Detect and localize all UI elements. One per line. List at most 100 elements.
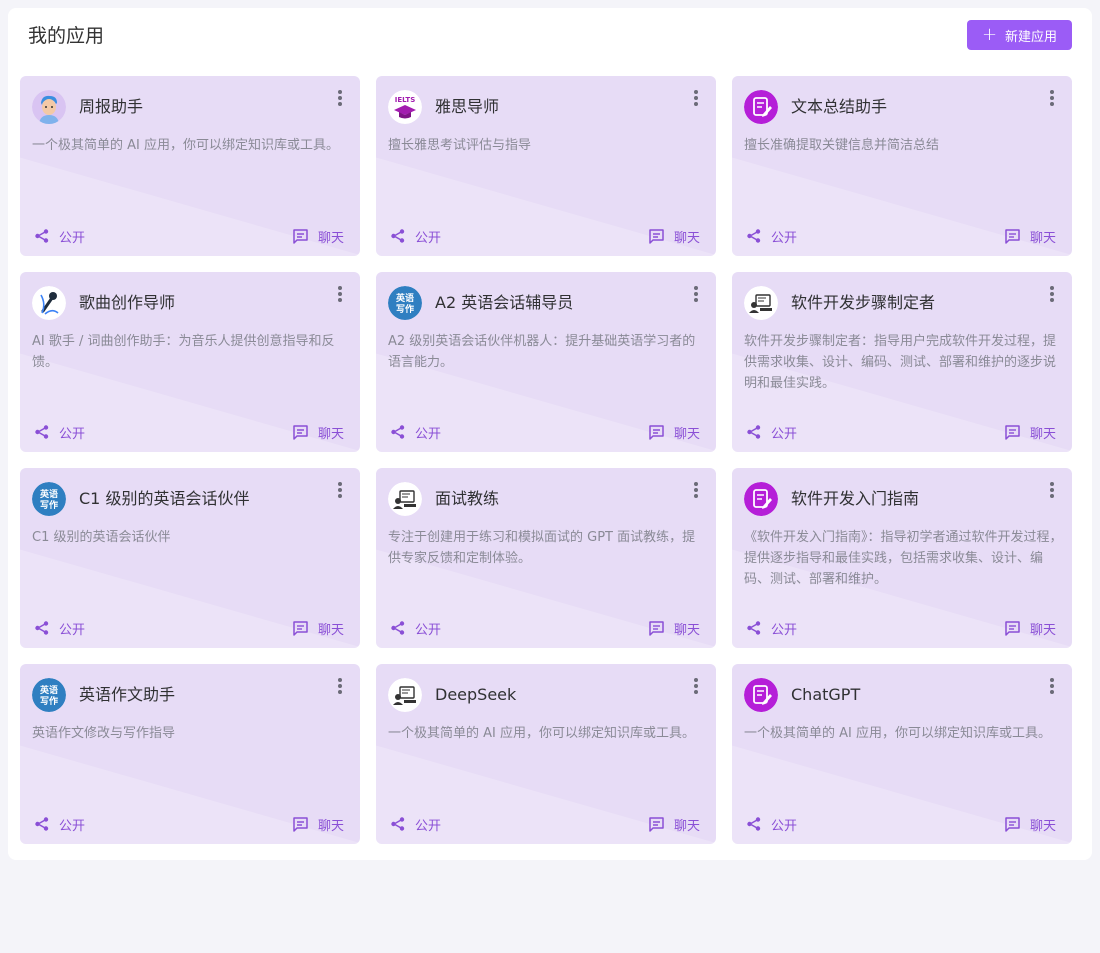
chat-button-label: 聊天	[1029, 622, 1056, 638]
public-button[interactable]: 公开	[746, 423, 797, 442]
app-card-title: 软件开发步骤制定者	[791, 293, 936, 312]
app-card-description: A2 级别英语会话伙伴机器人：提升基础英语学习者的语言能力。	[388, 334, 696, 370]
public-button[interactable]: 公开	[390, 227, 441, 246]
public-button-label: 公开	[415, 622, 442, 638]
public-button[interactable]: 公开	[390, 423, 441, 442]
app-card-title: 雅思导师	[435, 97, 500, 116]
more-options-icon[interactable]	[1046, 284, 1058, 304]
chat-button[interactable]: 聊天	[648, 423, 700, 442]
public-button-label: 公开	[415, 818, 442, 834]
public-button-label: 公开	[771, 622, 798, 638]
app-card-actions: 公开 聊天	[746, 422, 1056, 442]
share-icon	[34, 816, 50, 832]
more-options-icon[interactable]	[1046, 88, 1058, 108]
app-card-actions: 公开 聊天	[746, 226, 1056, 246]
public-button[interactable]: 公开	[746, 227, 797, 246]
app-card[interactable]: 文本总结助手 擅长准确提取关键信息并简洁总结 公开 聊天	[732, 76, 1072, 256]
more-options-icon[interactable]	[690, 284, 702, 304]
chat-icon	[292, 620, 309, 636]
chat-button[interactable]: 聊天	[292, 423, 344, 442]
public-button-label: 公开	[59, 230, 86, 246]
more-options-icon[interactable]	[1046, 480, 1058, 500]
chat-icon	[1004, 620, 1021, 636]
app-card[interactable]: 周报助手 一个极其简单的 AI 应用，你可以绑定知识库或工具。 公开 聊天	[20, 76, 360, 256]
chat-icon	[648, 228, 665, 244]
share-icon	[34, 228, 50, 244]
app-card-title: 英语作文助手	[79, 685, 176, 704]
chat-button[interactable]: 聊天	[1004, 619, 1056, 638]
app-card[interactable]: IELTS 雅思导师 擅长雅思考试评估与指导 公开 聊天	[376, 76, 716, 256]
public-button[interactable]: 公开	[34, 227, 85, 246]
public-button[interactable]: 公开	[390, 815, 441, 834]
more-options-icon[interactable]	[334, 480, 346, 500]
public-button[interactable]: 公开	[34, 423, 85, 442]
app-card-description: C1 级别的英语会话伙伴	[32, 530, 171, 545]
chat-button[interactable]: 聊天	[1004, 423, 1056, 442]
chat-button-label: 聊天	[673, 426, 700, 442]
chat-button[interactable]: 聊天	[1004, 815, 1056, 834]
chat-button[interactable]: 聊天	[292, 227, 344, 246]
chat-button-label: 聊天	[1029, 818, 1056, 834]
app-card[interactable]: 软件开发入门指南 《软件开发入门指南》：指导初学者通过软件开发过程，提供逐步指导…	[732, 468, 1072, 648]
new-app-button-label: 新建应用	[1005, 29, 1058, 45]
chat-button[interactable]: 聊天	[648, 619, 700, 638]
more-options-icon[interactable]	[690, 480, 702, 500]
chat-icon	[648, 620, 665, 636]
more-options-icon[interactable]	[690, 676, 702, 696]
more-options-icon[interactable]	[334, 88, 346, 108]
app-card-description: 专注于创建用于练习和模拟面试的 GPT 面试教练，提供专家反馈和定制体验。	[388, 530, 696, 566]
app-card[interactable]: 面试教练 专注于创建用于练习和模拟面试的 GPT 面试教练，提供专家反馈和定制体…	[376, 468, 716, 648]
chat-button-label: 聊天	[1029, 230, 1056, 246]
public-button[interactable]: 公开	[34, 815, 85, 834]
app-card[interactable]: ChatGPT 一个极其简单的 AI 应用，你可以绑定知识库或工具。 公开 聊天	[732, 664, 1072, 844]
public-button[interactable]: 公开	[746, 815, 797, 834]
public-button[interactable]: 公开	[746, 619, 797, 638]
app-card[interactable]: 英语 写作 英语作文助手 英语作文修改与写作指导 公开 聊天	[20, 664, 360, 844]
chat-button-label: 聊天	[317, 230, 344, 246]
app-card-description: 擅长雅思考试评估与指导	[388, 138, 532, 153]
app-card[interactable]: 软件开发步骤制定者 软件开发步骤制定者：指导用户完成软件开发过程，提供需求收集、…	[732, 272, 1072, 452]
app-card-actions: 公开 聊天	[390, 618, 700, 638]
chat-button[interactable]: 聊天	[648, 815, 700, 834]
person-avatar	[32, 90, 66, 124]
more-options-icon[interactable]	[334, 676, 346, 696]
share-icon	[746, 228, 762, 244]
app-card-title: A2 英语会话辅导员	[435, 293, 574, 312]
public-button[interactable]: 公开	[390, 619, 441, 638]
share-icon	[746, 424, 762, 440]
app-card-title: 文本总结助手	[791, 97, 888, 116]
more-options-icon[interactable]	[690, 88, 702, 108]
new-app-button[interactable]: + 新建应用	[967, 20, 1072, 50]
more-options-icon[interactable]	[1046, 676, 1058, 696]
app-card-actions: 公开 聊天	[34, 226, 344, 246]
app-card-description: 擅长准确提取关键信息并简洁总结	[744, 138, 940, 153]
document-edit-avatar	[744, 90, 778, 124]
app-card[interactable]: 英语 写作 A2 英语会话辅导员 A2 级别英语会话伙伴机器人：提升基础英语学习者…	[376, 272, 716, 452]
share-icon	[746, 816, 762, 832]
chat-button[interactable]: 聊天	[648, 227, 700, 246]
chat-button-label: 聊天	[1029, 426, 1056, 442]
chat-button[interactable]: 聊天	[292, 619, 344, 638]
english-writing-avatar: 英语 写作	[32, 482, 66, 516]
more-options-icon[interactable]	[334, 284, 346, 304]
app-card[interactable]: DeepSeek 一个极其简单的 AI 应用，你可以绑定知识库或工具。 公开 聊…	[376, 664, 716, 844]
public-button-label: 公开	[771, 426, 798, 442]
chat-button[interactable]: 聊天	[1004, 227, 1056, 246]
share-icon	[34, 424, 50, 440]
app-card[interactable]: 歌曲创作导师 AI 歌手 / 词曲创作助手：为音乐人提供创意指导和反馈。 公开 …	[20, 272, 360, 452]
public-button[interactable]: 公开	[34, 619, 85, 638]
public-button-label: 公开	[771, 230, 798, 246]
svg-text:英语: 英语	[39, 684, 58, 696]
public-button-label: 公开	[415, 230, 442, 246]
document-edit-avatar	[744, 482, 778, 516]
chat-button[interactable]: 聊天	[292, 815, 344, 834]
app-card-actions: 公开 聊天	[746, 618, 1056, 638]
svg-text:写作: 写作	[396, 303, 414, 315]
app-card[interactable]: 英语 写作 C1 级别的英语会话伙伴 C1 级别的英语会话伙伴 公开 聊天	[20, 468, 360, 648]
microphone-avatar	[32, 286, 66, 320]
svg-text:写作: 写作	[40, 695, 58, 707]
app-card-description: 一个极其简单的 AI 应用，你可以绑定知识库或工具。	[32, 138, 339, 153]
svg-text:IELTS: IELTS	[395, 96, 416, 104]
app-card-actions: 公开 聊天	[746, 814, 1056, 834]
app-card-title: 歌曲创作导师	[79, 293, 176, 312]
